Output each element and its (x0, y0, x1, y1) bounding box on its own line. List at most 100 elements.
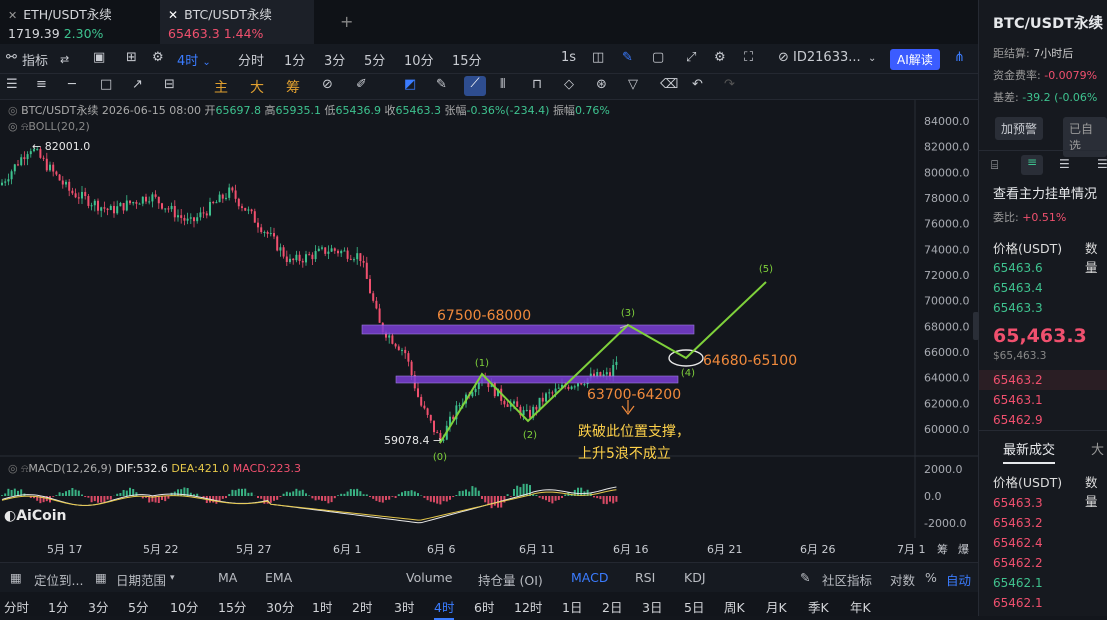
interval-item[interactable]: 周K (724, 597, 745, 616)
menu-icon[interactable]: ☰ (6, 77, 18, 92)
chevron-down-icon[interactable]: ▾ (170, 573, 175, 583)
close-icon[interactable]: ✕ (168, 8, 178, 22)
orderbook-title[interactable]: 查看主力挂单情况 (993, 183, 1097, 202)
interval-item[interactable]: 3分 (324, 50, 345, 69)
chart-area[interactable]: 84000.082000.080000.078000.076000.074000… (0, 100, 978, 540)
candle-icon[interactable]: ⫴ (500, 77, 505, 92)
interval-item[interactable]: 3日 (642, 597, 662, 616)
pencil-icon[interactable]: ✎ (436, 77, 447, 92)
interval-item[interactable]: 3分 (88, 597, 108, 616)
interval-item[interactable]: 2时 (352, 597, 372, 616)
ai-interpret-button[interactable]: AI解读 (890, 49, 940, 70)
ask-price[interactable]: 65463.6 (993, 261, 1043, 275)
lines-icon[interactable]: ≡ (36, 77, 47, 92)
chip-toggle[interactable]: 筹 (937, 541, 948, 557)
bid-price[interactable]: 65463.1 (993, 393, 1043, 407)
auto-scale-button[interactable]: 自动 (946, 570, 971, 589)
interval-item[interactable]: 30分 (266, 597, 294, 616)
close-icon[interactable]: ✕ (8, 9, 17, 22)
interval-item[interactable]: 6时 (474, 597, 494, 616)
tab-eth[interactable]: ✕ETH/USDT永续 1719.39 2.30% (0, 0, 158, 44)
seconds-button[interactable]: 1s (561, 50, 576, 65)
chevron-down-icon[interactable]: ⌄ (868, 53, 876, 64)
interval-item[interactable]: 15分 (218, 597, 246, 616)
indicator-macd[interactable]: MACD (571, 570, 608, 585)
indicator-button[interactable]: 指标 (22, 50, 48, 69)
interval-item[interactable]: 年K (850, 597, 871, 616)
interval-dropdown[interactable]: 4时 ⌄ (177, 50, 211, 69)
compare-icon[interactable]: ⇄ (60, 53, 69, 66)
redo-icon[interactable]: ↷ (724, 77, 735, 92)
interval-item[interactable]: 12时 (514, 597, 542, 616)
trend-line-icon[interactable]: ↗ (132, 77, 143, 92)
main-force-button[interactable]: 主 (214, 77, 228, 97)
indicator-volume[interactable]: Volume (406, 570, 453, 585)
percent-scale-button[interactable]: % (925, 570, 937, 585)
interval-item[interactable]: 月K (766, 597, 787, 616)
tab-btc[interactable]: ✕BTC/USDT永续 65463.3 1.44% (160, 0, 314, 44)
indicator-kdj[interactable]: KDJ (684, 570, 706, 585)
bid-price[interactable]: 65463.2 (993, 373, 1043, 387)
interval-item[interactable]: 5分 (128, 597, 148, 616)
interval-item[interactable]: 10分 (404, 50, 434, 69)
indicator-ma[interactable]: MA (218, 570, 237, 585)
lock-icon[interactable]: ⊓ (532, 77, 542, 92)
share-icon[interactable]: ⋔ (954, 50, 965, 65)
horizontal-line-icon[interactable]: ─ (68, 77, 76, 92)
add-alert-button[interactable]: 加预警 (995, 117, 1043, 140)
book-icon[interactable]: ⌸ (991, 158, 998, 173)
settings-icon[interactable]: ⚙ (152, 50, 164, 65)
interval-item[interactable]: 季K (808, 597, 829, 616)
fullscreen-icon[interactable]: ⛶ (744, 50, 753, 65)
pen-icon[interactable]: ✎ (622, 50, 633, 65)
magnet-icon[interactable]: ⊛ (596, 77, 607, 92)
indicator-rsi[interactable]: RSI (635, 570, 655, 585)
brush-icon[interactable]: ✐ (356, 77, 367, 92)
account-selector[interactable]: ⊘ ID21633... (778, 50, 861, 65)
ruler-icon[interactable]: ⊟ (164, 77, 175, 92)
indicator-icon[interactable]: ⚯ (6, 50, 17, 65)
bid-price[interactable]: 65462.9 (993, 413, 1043, 427)
ask-price[interactable]: 65463.3 (993, 301, 1043, 315)
interval-item[interactable]: 5分 (364, 50, 385, 69)
interval-item[interactable]: 4时 (434, 597, 454, 620)
compare-icon[interactable]: ⊘ (322, 77, 333, 92)
interval-item[interactable]: 10分 (170, 597, 198, 616)
log-scale-button[interactable]: 对数 (890, 570, 915, 589)
interval-item[interactable]: 1时 (312, 597, 332, 616)
hide-icon[interactable]: ◇ (564, 77, 574, 92)
calendar-icon[interactable]: ▦ (95, 570, 107, 585)
tab-large-trades[interactable]: 大 (1091, 439, 1104, 458)
tab-latest-trades[interactable]: 最新成交 (1003, 439, 1055, 464)
orderbook-icon[interactable]: ≡ (1021, 155, 1043, 175)
gear-icon[interactable]: ⚙ (714, 50, 726, 65)
macd-legend[interactable]: ◎ ⍾MACD(12,26,9) DIF:532.6 DEA:421.0 MAC… (8, 462, 301, 476)
interval-item[interactable]: 1分 (48, 597, 68, 616)
interval-item[interactable]: 3时 (394, 597, 414, 616)
interval-item[interactable]: 1日 (562, 597, 582, 616)
chip-button[interactable]: 筹 (286, 77, 300, 97)
community-indicator-button[interactable]: 社区指标 (822, 570, 872, 589)
indicator-oi[interactable]: 持仓量 (OI) (478, 570, 543, 589)
locate-button[interactable]: 定位到... (34, 570, 83, 589)
date-range-button[interactable]: 日期范围 (116, 570, 166, 589)
interval-item[interactable]: 5日 (684, 597, 704, 616)
bids-icon[interactable]: ☰ (1059, 157, 1070, 171)
camera-icon[interactable]: ▣ (93, 50, 105, 65)
edit-icon[interactable]: ✎ (800, 570, 810, 585)
liquidation-toggle[interactable]: 爆 (958, 541, 969, 557)
boll-legend[interactable]: ◎ ⍾BOLL(20,2) (8, 120, 90, 134)
asks-icon[interactable]: ☰ (1097, 157, 1107, 171)
panel-collapse-handle[interactable] (973, 312, 979, 340)
draw-tool-icon[interactable]: ◩ (404, 77, 416, 92)
big-order-button[interactable]: 大 (250, 77, 264, 97)
add-tab-icon[interactable]: + (340, 12, 353, 31)
undo-icon[interactable]: ↶ (692, 77, 703, 92)
filter-icon[interactable]: ▽ (628, 77, 638, 92)
interval-item[interactable]: 分时 (238, 50, 264, 69)
trash-icon[interactable]: ⌫ (660, 77, 678, 92)
interval-item[interactable]: 15分 (452, 50, 482, 69)
camera-icon[interactable]: ◫ (592, 50, 604, 65)
calendar-icon[interactable]: ▦ (10, 570, 22, 585)
grid-icon[interactable]: ⊞ (126, 50, 137, 65)
